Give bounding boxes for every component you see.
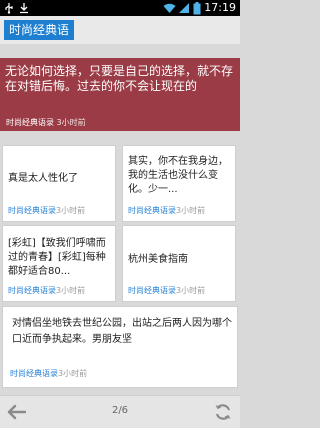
- list-item[interactable]: 杭州美食指南 时尚经典语录3小时前: [122, 225, 236, 302]
- list-item-source: 时尚经典语录: [10, 369, 58, 378]
- page-title: 时尚经典语: [4, 20, 75, 40]
- download-icon: [20, 3, 28, 14]
- list-item-text: 杭州美食指南: [128, 254, 188, 265]
- wifi-icon: [163, 3, 176, 13]
- list-item-time: 3小时前: [58, 369, 88, 378]
- list-item-text: 其实，你不在我身边，我的生活也没什么变化。少一...: [128, 156, 228, 195]
- list-item-text: 真是太人性化了: [8, 173, 78, 184]
- featured-card[interactable]: 无论如何选择，只要是自己的选择，就不存在对错后悔。过去的你不会让现在的 时尚经典…: [0, 58, 240, 131]
- list-item-text: 对情侣坐地铁去世纪公园，出站之后两人因为哪个口近而争执起来。男朋友坚: [12, 318, 232, 345]
- list-item-source: 时尚经典语录: [8, 286, 56, 295]
- list-item-text: [彩虹]【致我们呼啸而过的青春】[彩虹]每种都好适合80...: [8, 238, 106, 277]
- featured-source: 时尚经典语录: [6, 118, 54, 127]
- system-icons: 17:19: [163, 1, 236, 15]
- list-item[interactable]: 真是太人性化了 时尚经典语录3小时前: [2, 145, 116, 222]
- refresh-icon[interactable]: [214, 403, 232, 421]
- list-item-time: 3小时前: [56, 286, 86, 295]
- list-item-meta: 时尚经典语录3小时前: [10, 369, 87, 379]
- status-bar: 17:19: [0, 0, 240, 16]
- list-item-source: 时尚经典语录: [128, 206, 176, 215]
- app-header: 时尚经典语: [0, 16, 240, 44]
- list-item-time: 3小时前: [176, 286, 206, 295]
- list-item-meta: 时尚经典语录3小时前: [8, 206, 85, 216]
- list-item-meta: 时尚经典语录3小时前: [128, 206, 205, 216]
- list-item-meta: 时尚经典语录3小时前: [8, 286, 85, 296]
- featured-time: 3小时前: [56, 118, 86, 127]
- page-indicator: 2/6: [111, 405, 129, 416]
- battery-icon: [193, 1, 201, 14]
- list-item-time: 3小时前: [176, 206, 206, 215]
- list-item-source: 时尚经典语录: [8, 206, 56, 215]
- clock: 17:19: [204, 1, 236, 14]
- usb-icon: [5, 3, 13, 14]
- list-item[interactable]: [彩虹]【致我们呼啸而过的青春】[彩虹]每种都好适合80... 时尚经典语录3小…: [2, 225, 116, 302]
- list-item-time: 3小时前: [56, 206, 86, 215]
- list-item-meta: 时尚经典语录3小时前: [128, 286, 205, 296]
- notification-icons: [3, 2, 30, 14]
- list-item[interactable]: 其实，你不在我身边，我的生活也没什么变化。少一... 时尚经典语录3小时前: [122, 145, 236, 222]
- bottom-toolbar: 2/6: [0, 395, 240, 428]
- signal-icon: [179, 3, 190, 13]
- featured-text: 无论如何选择，只要是自己的选择，就不存在对错后悔。过去的你不会让现在的: [5, 64, 234, 93]
- featured-meta: 时尚经典语录 3小时前: [6, 118, 86, 128]
- list-item[interactable]: 对情侣坐地铁去世纪公园，出站之后两人因为哪个口近而争执起来。男朋友坚 时尚经典语…: [2, 306, 238, 388]
- list-item-source: 时尚经典语录: [128, 286, 176, 295]
